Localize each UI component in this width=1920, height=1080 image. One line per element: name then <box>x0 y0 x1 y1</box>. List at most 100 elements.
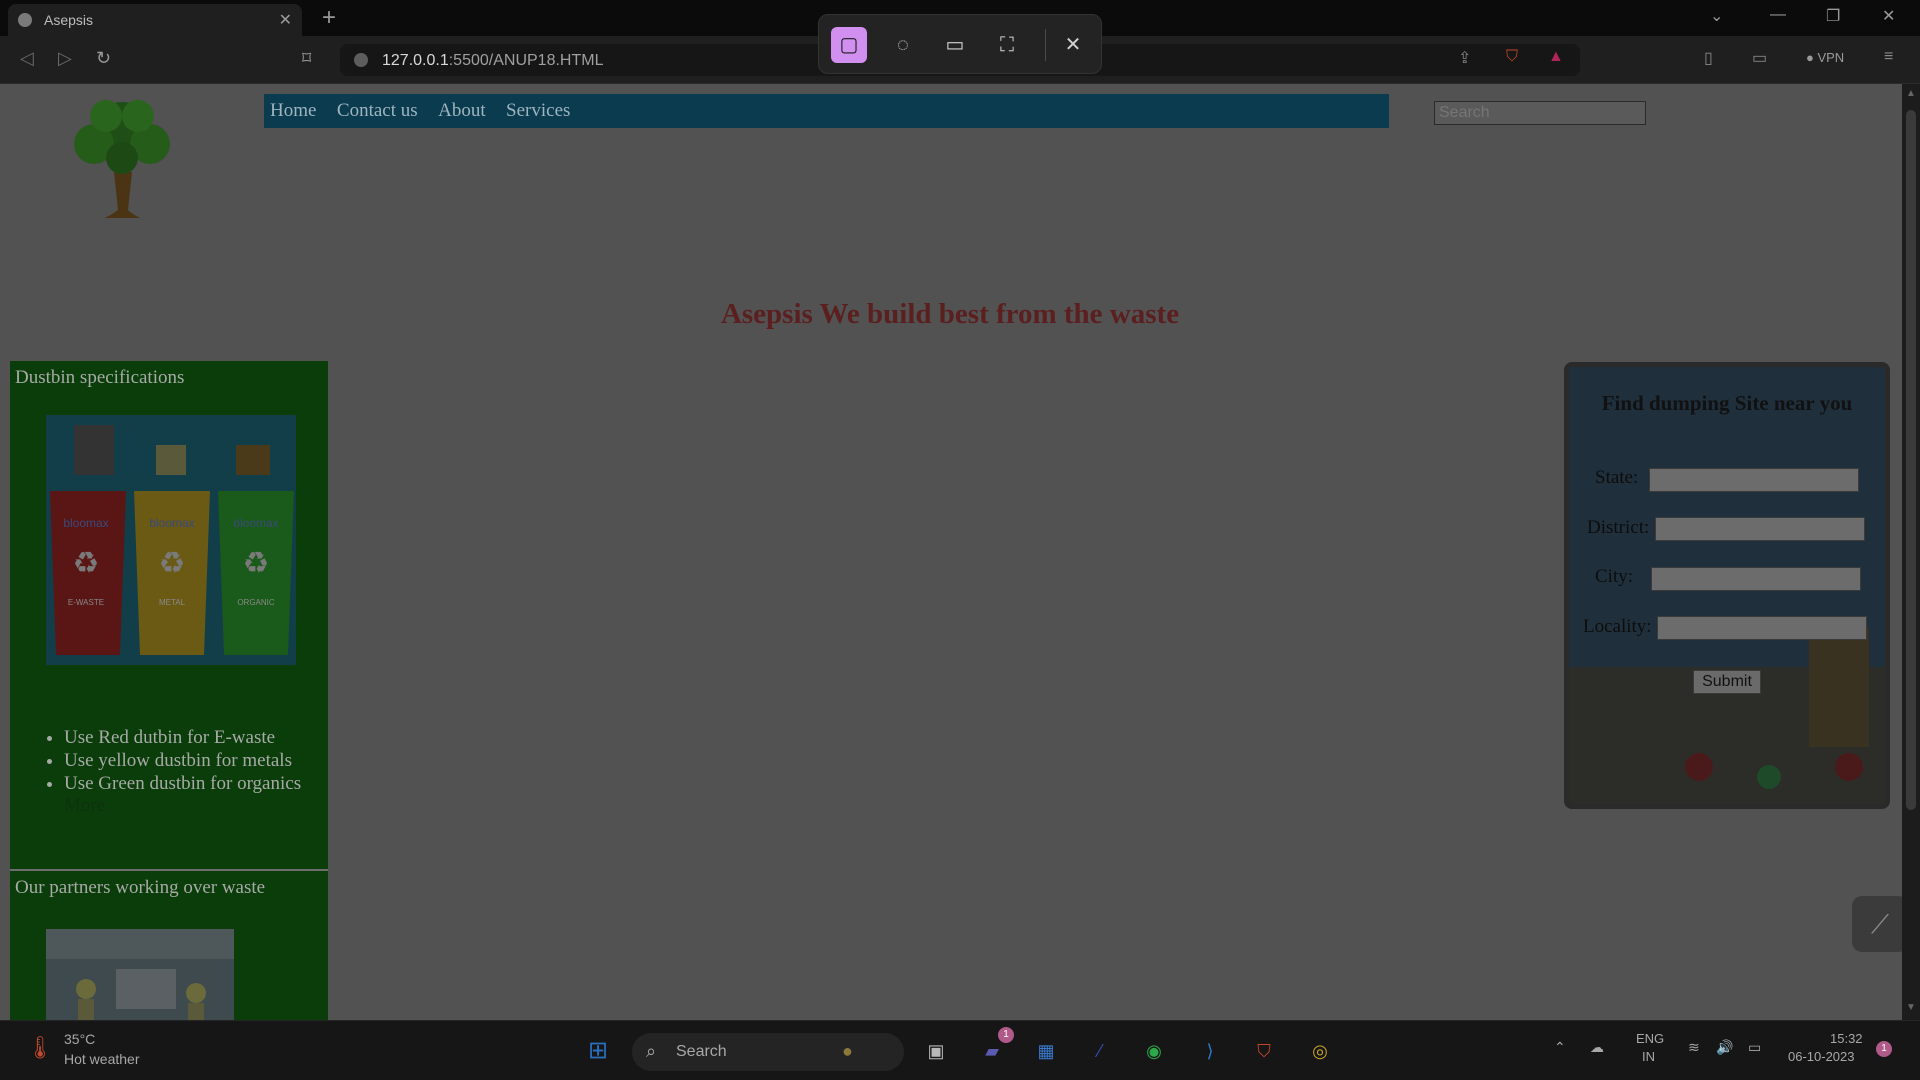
brave-shield-icon[interactable]: ⛉ <box>1506 48 1518 66</box>
close-window-icon[interactable]: ✕ <box>1882 6 1895 26</box>
recycle-icon: ♻ <box>243 547 270 580</box>
menu-icon[interactable]: ≡ <box>1884 48 1893 66</box>
language-code[interactable]: ENG <box>1636 1031 1664 1046</box>
thermometer-icon: 🌡 <box>26 1035 54 1060</box>
tab-search-chevron-icon[interactable]: ⌄ <box>1710 6 1723 26</box>
chrome-icon[interactable]: ◎ <box>1304 1035 1336 1067</box>
bin-label-metal: METAL <box>159 598 186 607</box>
freeform-snip-icon[interactable]: ◌ <box>885 27 921 63</box>
sidebar-icon[interactable]: ▯ <box>1704 48 1713 68</box>
district-label: District: <box>1587 517 1650 538</box>
wifi-icon[interactable]: ≋ <box>1688 1039 1700 1056</box>
page-scrollbar[interactable]: ▲ ▼ <box>1902 84 1920 1020</box>
left-column: Dustbin specifications bloomax bloomax b… <box>10 361 328 1020</box>
scroll-up-icon[interactable]: ▲ <box>1906 88 1916 99</box>
tab-title: Asepsis <box>44 12 94 28</box>
list-item: Use yellow dustbin for metals <box>64 749 328 772</box>
partners-panel: Our partners working over waste <box>10 871 328 1020</box>
district-input[interactable] <box>1655 517 1865 541</box>
close-snip-icon[interactable]: ✕ <box>1055 27 1091 63</box>
back-icon[interactable]: ◁ <box>20 48 34 69</box>
fullscreen-snip-icon[interactable]: ⛶ <box>989 27 1025 63</box>
nav-link-home[interactable]: Home <box>270 94 316 128</box>
wallet-icon[interactable]: ▭ <box>1752 48 1767 68</box>
list-item: Use Red dutbin for E-waste <box>64 726 328 749</box>
search-highlight-icon: ● <box>842 1041 853 1061</box>
recycle-icon: ♻ <box>73 547 100 580</box>
bin-brand-yellow: bloomax <box>149 516 194 530</box>
nav-link-contact[interactable]: Contact us <box>337 94 418 128</box>
dustbin-panel-title: Dustbin specifications <box>15 367 185 388</box>
brave-rewards-icon[interactable]: ▲ <box>1548 48 1564 66</box>
dustbin-panel: Dustbin specifications bloomax bloomax b… <box>10 361 328 871</box>
share-icon[interactable]: ⇪ <box>1458 48 1471 68</box>
onedrive-icon[interactable]: ☁ <box>1590 1039 1604 1056</box>
chevron-up-icon[interactable]: ⌃ <box>1554 1039 1566 1056</box>
teams-badge: 1 <box>998 1027 1014 1043</box>
more-link[interactable]: More <box>64 795 328 869</box>
taskbar-search-label: Search <box>676 1043 727 1060</box>
locality-input[interactable] <box>1657 616 1867 640</box>
state-label: State: <box>1595 467 1639 488</box>
scroll-down-icon[interactable]: ▼ <box>1906 1002 1916 1013</box>
bin-brand-green: bloomax <box>233 516 278 530</box>
minimize-icon[interactable]: — <box>1770 6 1786 24</box>
teams-icon[interactable]: ▰ 1 <box>976 1027 1014 1067</box>
vpn-label: VPN <box>1817 50 1845 65</box>
snipping-toolbar: ▢ ◌ ▭ ⛶ ✕ <box>818 14 1102 74</box>
vpn-button[interactable]: ● VPN <box>1806 50 1844 65</box>
forward-icon[interactable]: ▷ <box>58 48 72 69</box>
scroll-thumb[interactable] <box>1906 110 1916 810</box>
vscode-icon[interactable]: ⟩ <box>1194 1035 1226 1067</box>
city-label: City: <box>1595 566 1634 587</box>
store-icon[interactable]: ▦ <box>1030 1035 1062 1067</box>
window-snip-icon[interactable]: ▭ <box>937 27 973 63</box>
reload-icon[interactable]: ↻ <box>96 48 111 69</box>
form-title: Find dumping Site near you <box>1601 391 1853 415</box>
close-tab-icon[interactable]: ✕ <box>279 10 292 30</box>
url-path: :5500/ANUP18.HTML <box>448 52 604 69</box>
dumping-site-form: Find dumping Site near you State: Distri… <box>1564 362 1890 809</box>
dustbins-image: bloomax bloomax bloomax ♻ ♻ ♻ E-WASTE ME… <box>46 415 296 665</box>
rectangle-snip-icon[interactable]: ▢ <box>831 27 867 63</box>
tree-logo <box>74 100 170 218</box>
nav-link-about[interactable]: About <box>438 94 486 128</box>
volume-icon[interactable]: 🔊 <box>1716 1039 1733 1056</box>
search-input[interactable] <box>1434 101 1646 125</box>
site-info-icon[interactable] <box>354 53 368 67</box>
app-icon[interactable]: ⁄ <box>1084 1035 1116 1067</box>
list-item: Use Green dustbin for organics <box>64 772 328 795</box>
bin-label-ewaste: E-WASTE <box>68 598 104 607</box>
new-tab-icon[interactable]: + <box>322 4 336 32</box>
city-input[interactable] <box>1651 567 1861 591</box>
floating-widget-icon[interactable]: ⟋ <box>1852 896 1902 952</box>
brave-icon[interactable]: ⛉ <box>1248 1035 1280 1067</box>
bin-label-organic: ORGANIC <box>237 598 275 607</box>
battery-icon[interactable]: ▭ <box>1748 1039 1761 1056</box>
region-code[interactable]: IN <box>1642 1049 1655 1064</box>
clock-time[interactable]: 15:32 <box>1830 1031 1863 1046</box>
taskbar-search[interactable]: ⌕ Search ● <box>632 1033 904 1071</box>
notification-badge[interactable]: 1 <box>1876 1041 1892 1057</box>
divider <box>1045 29 1046 61</box>
submit-button[interactable]: Submit <box>1693 670 1761 694</box>
restore-icon[interactable]: ❐ <box>1826 6 1840 26</box>
top-navigation: Home Contact us About Services <box>264 94 1389 128</box>
weather-desc[interactable]: Hot weather <box>64 1051 139 1067</box>
bookmark-icon[interactable]: ⌑ <box>302 48 311 69</box>
windows-start-icon[interactable]: ⊞ <box>582 1035 614 1067</box>
weather-temp[interactable]: 35°C <box>64 1031 95 1047</box>
nav-link-services[interactable]: Services <box>506 94 570 128</box>
taskbar: 🌡 35°C Hot weather ⊞ ⌕ Search ● ▣ ▰ 1 ▦ ⁄… <box>0 1020 1920 1080</box>
browser-tab[interactable]: Asepsis ✕ <box>8 4 302 36</box>
page-heading: Asepsis We build best from the waste <box>720 298 1180 330</box>
clock-date[interactable]: 06-10-2023 <box>1788 1049 1855 1064</box>
url-host: 127.0.0.1 <box>382 52 449 69</box>
state-input[interactable] <box>1649 468 1859 492</box>
task-view-icon[interactable]: ▣ <box>920 1035 952 1067</box>
bin-brand-red: bloomax <box>63 516 108 530</box>
whatsapp-icon[interactable]: ◉ <box>1138 1035 1170 1067</box>
partners-panel-title: Our partners working over waste <box>15 877 266 898</box>
recycle-icon: ♻ <box>159 547 186 580</box>
page-viewport: Home Contact us About Services Asepsis W… <box>0 84 1902 1020</box>
